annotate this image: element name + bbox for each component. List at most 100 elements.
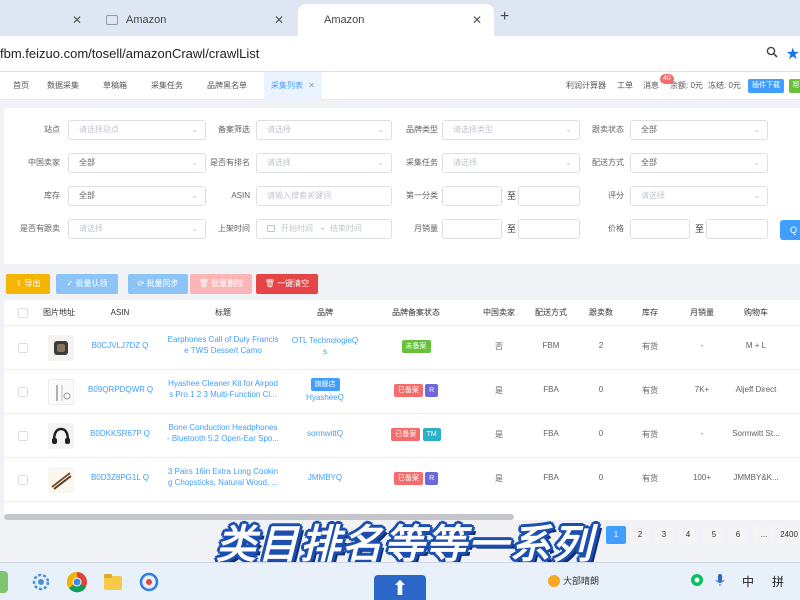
profit-calculator-link[interactable]: 利润计算器 [566,72,606,100]
price-min-input[interactable] [630,219,690,239]
search-icon[interactable]: Q [352,336,358,345]
product-title-link[interactable]: Earphones Call of Duty Francis e TWS Dess… [164,334,282,356]
page-button[interactable]: 3 [654,526,674,544]
brand-link[interactable]: OTL TechnologieQ s [290,335,360,357]
browser-tab-1[interactable]: ✕ [0,4,90,36]
product-image[interactable] [48,379,74,405]
microphone-icon[interactable] [715,573,725,590]
brand-link[interactable]: JMMBYQ [290,473,360,482]
cn-seller-select[interactable]: 全部 ⌄ [68,153,206,173]
follow-status-select[interactable]: 全部 ⌄ [630,120,768,140]
widgets-icon[interactable] [0,571,8,593]
ime-language-indicator[interactable]: 中 [742,573,754,590]
new-tab-button[interactable]: + [500,8,509,26]
monthly-sales-min-input[interactable] [442,219,502,239]
row-checkbox[interactable] [18,343,28,353]
brand-type-select[interactable]: 请选择类型 ⌄ [442,120,580,140]
search-button[interactable]: Q [780,220,800,240]
browser-tab-amazon-1[interactable]: Amazon ✕ [96,4,296,36]
product-image[interactable] [48,467,74,493]
nav-tab-collect-tasks[interactable]: 采集任务 [144,72,190,100]
stock-select[interactable]: 全部 ⌄ [68,186,206,206]
search-icon[interactable]: Q [338,393,344,402]
tab-close-icon[interactable]: ✕ [472,13,482,27]
url-text[interactable]: fbm.feizuo.com/tosell/amazonCrawl/crawlL… [0,46,259,61]
nav-tab-brand-blacklist[interactable]: 品牌黑名单 [200,72,254,100]
has-follow-select[interactable]: 请选择 ⌄ [68,219,206,239]
page-button[interactable]: 6 [728,526,748,544]
nav-tab-collect-list[interactable]: 采集列表 ✕ [264,72,322,100]
brand-link[interactable]: sormwittQ [290,429,360,438]
asin-link[interactable]: B0D3Z8PG1L Q [88,473,152,482]
site-select[interactable]: 请选择站点 ⌄ [68,120,206,140]
shipping-select[interactable]: 全部 ⌄ [630,153,768,173]
settings-app-icon[interactable] [30,571,52,593]
table-row[interactable]: B09QRPDQWR Q Hyashee Cleaner Kit for Airp… [4,370,800,414]
tab-close-icon[interactable]: ✕ [72,13,82,27]
search-icon[interactable]: Q [143,473,149,482]
nav-tab-drafts[interactable]: 草稿箱 [96,72,134,100]
asin-link[interactable]: B0CJVLJ7DZ Q [88,341,152,350]
zoom-icon[interactable] [766,46,778,61]
search-icon[interactable]: Q [337,429,343,438]
page-button[interactable]: 2 [630,526,650,544]
weather-widget[interactable]: 大部晴朗 [548,574,599,587]
address-bar[interactable]: fbm.feizuo.com/tosell/amazonCrawl/crawlL… [0,36,800,72]
listing-time-range-picker[interactable]: 开始时间 - 结束时间 [256,219,392,239]
clear-all-button[interactable]: 🗑 一键清空 [256,274,318,294]
record-filter-select[interactable]: 请选择 ⌄ [256,120,392,140]
asin-link[interactable]: B0DKKSR67P Q [88,429,152,438]
bookmark-star-icon[interactable]: ★ [786,44,800,64]
product-title-link[interactable]: Hyashee Cleaner Kit for Airpod s Pro 1 2 … [164,378,282,400]
product-image[interactable] [48,423,74,449]
nav-tab-home[interactable]: 首页 [6,72,36,100]
file-explorer-icon[interactable] [102,571,124,593]
first-category-min-input[interactable] [442,186,502,206]
plugin-download-button[interactable]: 插件下载 [748,79,784,93]
work-orders-link[interactable]: 工单 [617,72,633,100]
tab-close-icon[interactable]: ✕ [274,13,284,27]
table-row[interactable]: B0CJVLJ7DZ Q Earphones Call of Duty Franc… [4,326,800,370]
title-line: Earphones Call of Duty Francis [167,335,279,344]
product-image[interactable] [48,335,74,361]
filter-label-rating: 评分 [608,191,624,200]
row-checkbox[interactable] [18,431,28,441]
batch-sync-button[interactable]: ⟳ 批量同步 [128,274,188,294]
product-title-link[interactable]: Bone Conduction Headphones - Bluetooth 5.… [164,422,282,444]
table-row[interactable]: B0D3Z8PG1L Q 3 Pairs 16in Extra Long Cook… [4,458,800,502]
has-rank-select[interactable]: 请选择 ⌄ [256,153,392,173]
rating-select[interactable]: 请选择 ⌄ [630,186,768,206]
browser-tab-amazon-active[interactable]: Amazon ✕ [298,4,494,36]
price-max-input[interactable] [706,219,768,239]
search-icon[interactable]: Q [336,473,342,482]
select-all-checkbox[interactable] [18,308,28,318]
app-icon[interactable] [138,571,160,593]
search-icon[interactable]: Q [144,429,150,438]
product-title-link[interactable]: 3 Pairs 16in Extra Long Cookin g Chopstic… [164,466,282,488]
wechat-tray-icon[interactable] [690,573,704,590]
chrome-icon[interactable] [66,571,88,593]
row-checkbox[interactable] [18,475,28,485]
page-button[interactable]: 5 [704,526,724,544]
asin-link[interactable]: B09QRPDQWR Q [88,385,153,394]
page-ellipsis[interactable]: ... [754,526,774,544]
messages-link[interactable]: 消息 [643,72,659,100]
collect-task-select[interactable]: 请选择 ⌄ [442,153,580,173]
search-icon[interactable]: Q [142,341,148,350]
page-button-last[interactable]: 2400 [778,526,800,544]
ime-mode-indicator[interactable]: 拼 [772,573,784,590]
batch-claim-button[interactable]: ✓ 批量认领 [56,274,118,294]
export-button[interactable]: ⇪ 导出 [6,274,50,294]
table-row[interactable]: B0DKKSR67P Q Bone Conduction Headphones - … [4,414,800,458]
nav-tab-close-icon[interactable]: ✕ [308,81,315,90]
row-checkbox[interactable] [18,387,28,397]
batch-delete-button[interactable]: 🗑 批量删除 [190,274,252,294]
title-line: 3 Pairs 16in Extra Long Cookin [167,467,279,476]
up-arrow-icon[interactable]: ⬆ [374,575,426,600]
brand-link[interactable]: 旗舰店 HyasheeQ [290,377,360,404]
page-button[interactable]: 4 [678,526,698,544]
asin-input[interactable]: 请输入搜索关键词 [256,186,392,206]
nav-tab-data-collect[interactable]: 数据采集 [40,72,86,100]
help-button[interactable]: 帮 [789,79,800,93]
search-icon[interactable]: Q [147,385,153,394]
